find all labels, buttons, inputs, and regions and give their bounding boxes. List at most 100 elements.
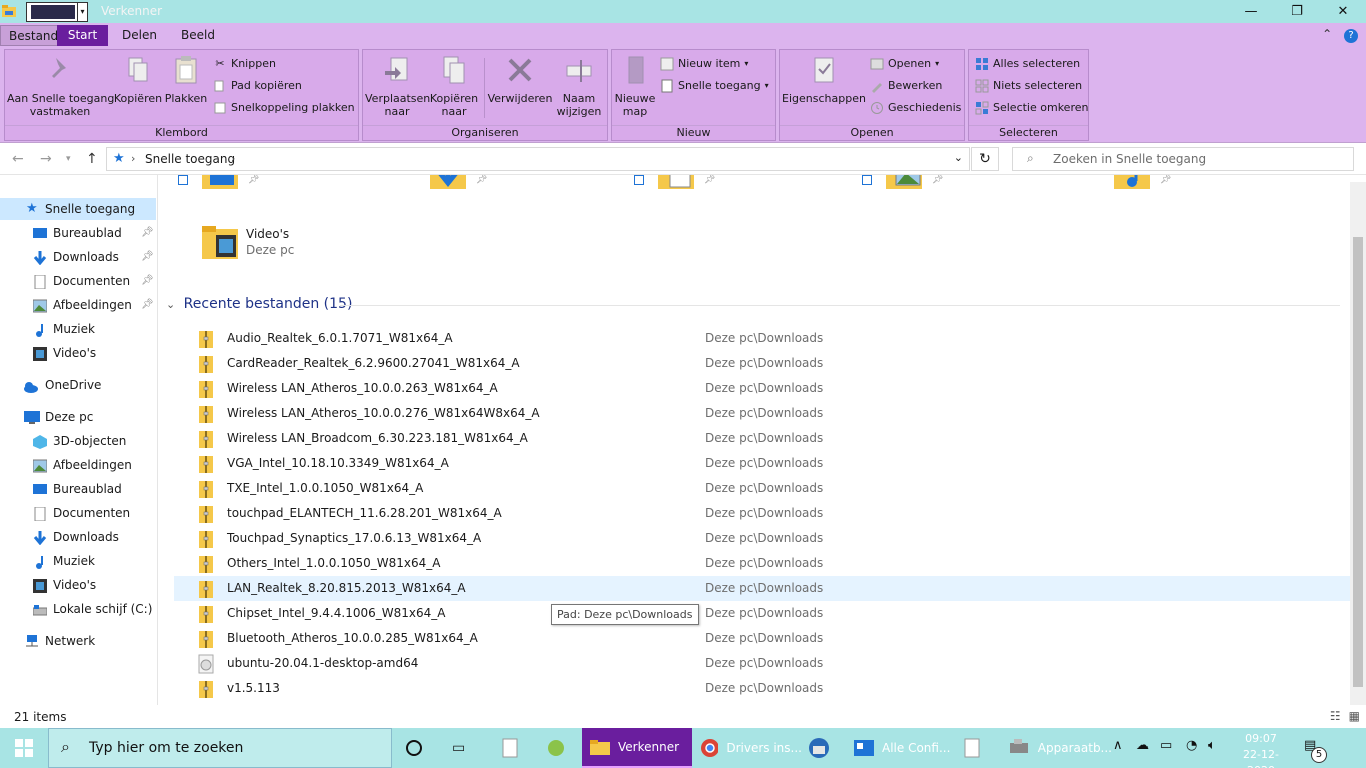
nav-pc-item[interactable]: Lokale schijf (C:) xyxy=(0,598,156,620)
nav-qa-item[interactable]: Muziek xyxy=(0,318,156,340)
delete-button[interactable]: Verwijderen xyxy=(487,54,553,105)
refresh-button[interactable]: ↻ xyxy=(971,147,999,171)
recent-file-row[interactable]: Audio_Realtek_6.0.1.7071_W81x64_A Deze pc… xyxy=(174,326,1350,351)
pin-icon[interactable]: 📌︎ xyxy=(141,222,154,244)
nav-qa-item[interactable]: Downloads 📌︎ xyxy=(0,246,156,268)
properties-button[interactable]: Eigenschappen xyxy=(782,54,866,105)
folder-tile-videos[interactable]: Video's Deze pc xyxy=(200,223,400,273)
pin-icon[interactable]: 📌︎ xyxy=(1160,175,1171,185)
copy-path-button[interactable]: Pad kopiëren xyxy=(213,77,302,95)
pin-icon[interactable]: 📌︎ xyxy=(704,175,715,185)
search-input[interactable]: ⌕ Zoeken in Snelle toegang xyxy=(1012,147,1354,171)
minimize-button[interactable]: — xyxy=(1228,0,1274,23)
new-item-button[interactable]: Nieuw item ▾ xyxy=(660,55,748,73)
recent-file-row[interactable]: Chipset_Intel_9.4.4.1006_W81x64_A Deze pc… xyxy=(174,601,1350,626)
recent-file-row[interactable]: VGA_Intel_10.18.10.3349_W81x64_A Deze pc\… xyxy=(174,451,1350,476)
nav-onedrive[interactable]: OneDrive xyxy=(0,374,156,396)
tab-start[interactable]: Start xyxy=(57,25,108,46)
scrollbar-thumb[interactable] xyxy=(1353,237,1363,687)
qat-dropdown-icon[interactable]: ▾ xyxy=(77,3,87,21)
pin-icon[interactable]: 📌︎ xyxy=(141,270,154,292)
details-view-icon[interactable]: ☷ xyxy=(1330,709,1341,723)
forward-arrow-icon[interactable]: → xyxy=(40,151,52,167)
nav-pc-item[interactable]: Bureaublad xyxy=(0,478,156,500)
nav-quick-access[interactable]: ★ Snelle toegang xyxy=(0,198,156,220)
close-button[interactable]: ✕ xyxy=(1320,0,1366,23)
nav-pc-item[interactable]: Documenten xyxy=(0,502,156,524)
nav-pc-item[interactable]: Muziek xyxy=(0,550,156,572)
quick-access-toolbar[interactable]: ▾ xyxy=(26,2,88,22)
back-arrow-icon[interactable]: ← xyxy=(12,151,24,167)
breadcrumb-chevron-icon[interactable]: › xyxy=(231,152,235,165)
recent-file-row[interactable]: touchpad_ELANTECH_11.6.28.201_W81x64_A De… xyxy=(174,501,1350,526)
easy-access-button[interactable]: Snelle toegang ▾ xyxy=(660,77,769,95)
taskbar-clock[interactable]: 09:07 22-12-2020 xyxy=(1230,731,1292,768)
taskbar-android-icon[interactable] xyxy=(546,728,570,768)
copy-button[interactable]: Kopiëren xyxy=(113,54,163,105)
folder-tile[interactable]: Deze pc📌︎ xyxy=(1112,175,1312,203)
rename-button[interactable]: Naam wijzigen xyxy=(553,54,605,118)
explorer-app-icon[interactable] xyxy=(2,4,16,18)
pin-icon[interactable]: 📌︎ xyxy=(476,175,487,185)
folder-tile[interactable]: Deze pc📌︎ xyxy=(428,175,628,203)
checkbox[interactable] xyxy=(178,175,188,185)
checkbox[interactable] xyxy=(862,175,872,185)
show-hidden-icons-icon[interactable]: ∧ xyxy=(1113,738,1123,753)
breadcrumb[interactable]: Snelle toegang xyxy=(145,152,235,166)
nav-qa-item[interactable]: Documenten 📌︎ xyxy=(0,270,156,292)
nav-pc-item[interactable]: Video's xyxy=(0,574,156,596)
battery-icon[interactable]: ▭ xyxy=(1160,738,1172,753)
folder-tile[interactable]: OneDrive📌︎ xyxy=(634,175,856,203)
new-folder-button[interactable]: Nieuwe map xyxy=(614,54,656,118)
onedrive-tray-icon[interactable]: ☁ xyxy=(1136,738,1149,753)
nav-this-pc[interactable]: Deze pc xyxy=(0,406,156,428)
address-field[interactable]: ★ › Snelle toegang › ⌄ xyxy=(106,147,970,171)
recent-file-row[interactable]: ubuntu-20.04.1-desktop-amd64 Deze pc\Down… xyxy=(174,651,1350,676)
recent-file-row[interactable]: CardReader_Realtek_6.2.9600.27041_W81x64… xyxy=(174,351,1350,376)
wifi-icon[interactable]: ◔ xyxy=(1186,738,1197,753)
recent-file-row[interactable]: LAN_Realtek_8.20.815.2013_W81x64_A Deze p… xyxy=(174,576,1350,601)
checkbox[interactable] xyxy=(634,175,644,185)
nav-pc-item[interactable]: Afbeeldingen xyxy=(0,454,156,476)
cortana-button[interactable] xyxy=(406,728,428,768)
help-icon[interactable]: ? xyxy=(1344,29,1358,43)
cut-button[interactable]: ✂ Knippen xyxy=(213,55,276,73)
select-none-button[interactable]: Niets selecteren xyxy=(975,77,1082,95)
nav-qa-item[interactable]: Afbeeldingen 📌︎ xyxy=(0,294,156,316)
taskbar-notepad[interactable] xyxy=(964,728,986,768)
folder-tile[interactable]: OneDrive📌︎ xyxy=(178,175,400,203)
nav-pc-item[interactable]: 3D-objecten xyxy=(0,430,156,452)
pin-icon[interactable]: 📌︎ xyxy=(141,246,154,268)
recent-files-header[interactable]: ⌄ Recente bestanden (15) xyxy=(166,296,352,312)
recent-file-row[interactable]: TXE_Intel_1.0.0.1050_W81x64_A Deze pc\Dow… xyxy=(174,476,1350,501)
taskbar-chrome[interactable]: Drivers ins... xyxy=(692,728,802,768)
collapse-ribbon-icon[interactable]: ⌃ xyxy=(1322,27,1332,41)
up-arrow-icon[interactable]: ↑ xyxy=(86,151,98,167)
history-button[interactable]: Geschiedenis xyxy=(870,99,961,117)
taskbar-search[interactable]: ⌕ Typ hier om te zoeken xyxy=(48,728,392,768)
pin-icon[interactable]: 📌︎ xyxy=(932,175,943,185)
volume-icon[interactable]: 🔈︎ xyxy=(1208,738,1216,753)
taskbar-file-icon[interactable] xyxy=(502,728,524,768)
recent-file-row[interactable]: Bluetooth_Atheros_10.0.0.285_W81x64_A Dez… xyxy=(174,626,1350,651)
nav-network[interactable]: Netwerk xyxy=(0,630,156,652)
qat-icons[interactable] xyxy=(31,5,75,19)
open-button[interactable]: Openen ▾ xyxy=(870,55,939,73)
pin-icon[interactable]: 📌︎ xyxy=(248,175,259,185)
taskbar-configuration[interactable]: Alle Confi... xyxy=(846,728,956,768)
recent-locations-chevron-icon[interactable]: ▾ xyxy=(66,154,71,164)
breadcrumb-separator-icon[interactable]: › xyxy=(131,152,135,165)
pin-icon[interactable]: 📌︎ xyxy=(141,294,154,316)
edit-button[interactable]: Bewerken xyxy=(870,77,942,95)
taskbar-thunderbird[interactable] xyxy=(808,728,834,768)
copy-to-button[interactable]: Kopiëren naar xyxy=(429,54,479,118)
collapse-chevron-icon[interactable]: ⌄ xyxy=(166,298,175,311)
large-icons-view-icon[interactable]: ▦ xyxy=(1349,709,1360,723)
tab-delen[interactable]: Delen xyxy=(114,25,165,46)
nav-qa-item[interactable]: Video's xyxy=(0,342,156,364)
task-view-button[interactable]: ▭ xyxy=(452,728,474,768)
recent-file-row[interactable]: Wireless LAN_Atheros_10.0.0.263_W81x64_A… xyxy=(174,376,1350,401)
paste-shortcut-button[interactable]: Snelkoppeling plakken xyxy=(213,99,355,117)
nav-pc-item[interactable]: Downloads xyxy=(0,526,156,548)
maximize-button[interactable]: ❐ xyxy=(1274,0,1320,23)
